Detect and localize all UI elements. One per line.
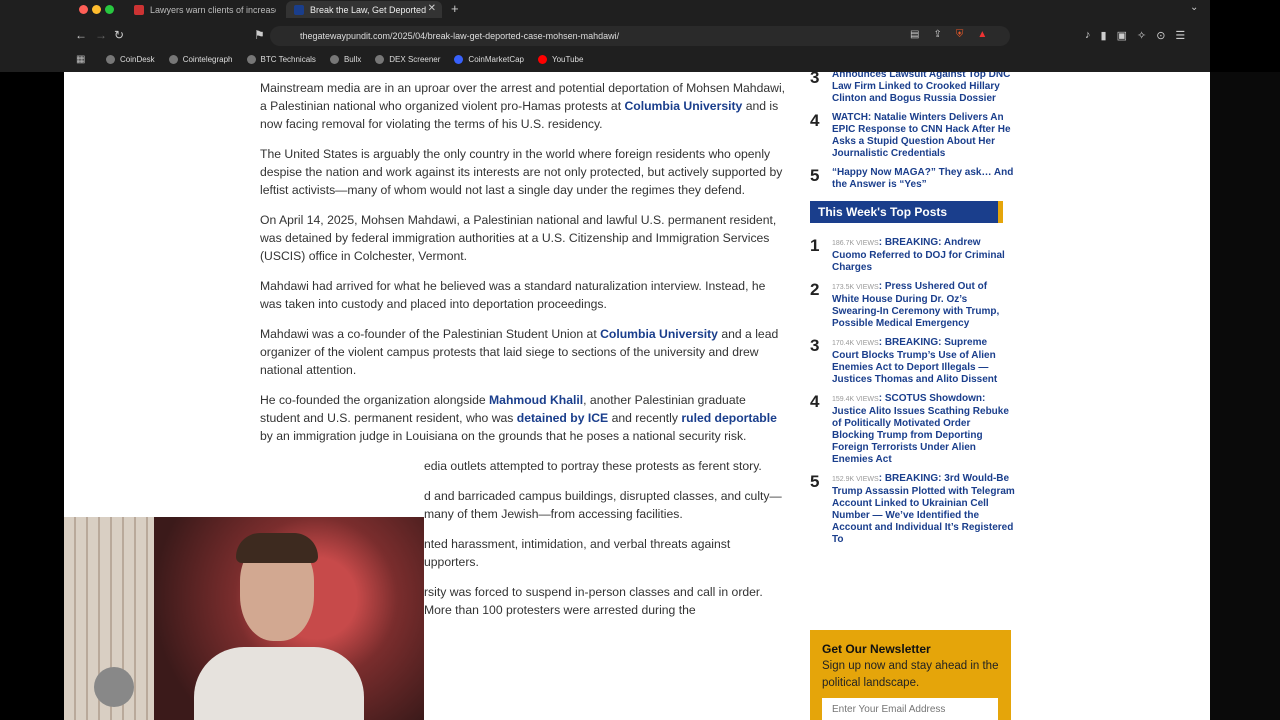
list-item[interactable]: 4 WATCH: Natalie Winters Delivers An EPIC… [810,112,1015,160]
gateway-pundit-favicon-icon [294,4,304,15]
toolbar: ← → ↻ ⚑ thegatewaypundit.com/2025/04/bre… [0,24,1210,48]
article-paragraph: edia outlets attempted to portray these … [424,459,762,473]
article-paragraph: He co-founded the organization alongside… [260,393,777,443]
vpn-icon[interactable]: ⊙ [1156,29,1165,42]
wallet-icon[interactable]: ▣ [1117,29,1127,42]
page-scrollbar[interactable] [1210,72,1280,720]
bookmark-bullx[interactable]: Bullx [329,54,361,64]
minimize-window-button[interactable] [92,5,101,14]
bookmark-coindesk[interactable]: CoinDesk [106,54,155,64]
forward-icon[interactable]: → [95,28,107,42]
back-icon[interactable]: ← [75,28,87,42]
tab-lawyers[interactable]: Lawyers warn clients of increase [126,1,276,18]
tab-break-the-law[interactable]: Break the Law, Get Deported ✕ [286,1,442,18]
newsletter-text: Sign up now and stay ahead in the politi… [822,660,999,689]
article-paragraph: Mahdawi was a co-founder of the Palestin… [260,327,779,377]
chevron-down-icon[interactable]: ⌄ [1190,2,1198,13]
url-text: thegatewaypundit.com/2025/04/break-law-g… [300,31,620,41]
youtube-icon [538,54,547,64]
address-bar-icons: ▤ ⇪ ⛨ ▲ [910,29,987,40]
news-favicon-icon [134,4,144,15]
sidebar: 3 Announces Lawsuit Against Top DNC Law F… [810,72,1015,553]
music-icon[interactable]: ♪ [1085,29,1091,42]
brave-shield-icon[interactable]: ⛨ [956,29,964,40]
new-tab-icon[interactable]: + [451,1,459,16]
newsletter-title: Get Our Newsletter [822,642,931,656]
cointelegraph-icon [168,54,178,64]
close-tab-icon[interactable]: ✕ [428,3,436,14]
dex-screener-icon [375,54,385,64]
share-icon[interactable]: ⇪ [933,29,941,40]
bookmark-icon[interactable]: ⚑ [254,28,265,42]
close-window-button[interactable] [79,5,88,14]
rewards-icon[interactable]: ▲ [977,29,987,40]
list-item[interactable]: 2 173.5K VIEWS: Press Ushered Out of Whit… [810,281,1015,330]
extensions: ♪ ▮ ▣ ✧ ⊙ ☰ [1085,29,1185,42]
bookmark-dex-screener[interactable]: DEX Screener [375,54,440,64]
top-posts-header: This Week's Top Posts [810,201,1003,223]
menu-icon[interactable]: ☰ [1175,29,1185,42]
columbia-university-link[interactable]: Columbia University [600,327,718,341]
reload-icon[interactable]: ↻ [114,28,124,42]
mahmoud-khalil-link[interactable]: Mahmoud Khalil [489,393,583,407]
columbia-university-link[interactable]: Columbia University [624,99,742,113]
btc-technicals-icon [246,54,256,64]
person-hair [236,533,318,563]
coindesk-icon [106,54,115,64]
webcam-overlay [64,517,424,720]
list-item[interactable]: 5 152.9K VIEWS: BREAKING: 3rd Would-Be Tr… [810,473,1015,546]
sidebar-icon[interactable]: ▮ [1101,29,1107,42]
article-paragraph: Mainstream media are in an uproar over t… [260,81,786,131]
newsletter-box: Get Our Newsletter Sign up now and stay … [810,630,1011,720]
top-posts-list: 1 186.7K VIEWS: BREAKING: Andrew Cuomo Re… [810,237,1015,546]
zoom-window-button[interactable] [105,5,114,14]
article-paragraph: On April 14, 2025, Mohsen Mahdawi, a Pal… [260,213,777,263]
person-body [194,647,364,720]
article-paragraph: The United States is arguably the only c… [260,147,783,197]
reader-icon[interactable]: ▤ [910,29,919,40]
bookmarks-bar: CoinDesk Cointelegraph BTC Technicals Bu… [0,51,1210,67]
coinmarketcap-icon [454,54,464,64]
list-item[interactable]: 4 159.4K VIEWS: SCOTUS Showdown: Justice … [810,393,1015,466]
browser-chrome: Lawyers warn clients of increase Break t… [0,0,1210,72]
ruled-deportable-link[interactable]: ruled deportable [681,411,776,425]
list-item[interactable]: 5 “Happy Now MAGA?” They ask… And the Ans… [810,167,1015,191]
bookmark-youtube[interactable]: YouTube [538,54,583,64]
list-item[interactable]: 1 186.7K VIEWS: BREAKING: Andrew Cuomo Re… [810,237,1015,274]
newsletter-email-input[interactable] [822,698,998,720]
article-paragraph: Mahdawi had arrived for what he believed… [260,279,766,311]
list-item[interactable]: 3 170.4K VIEWS: BREAKING: Supreme Court B… [810,337,1015,386]
tab-bar: Lawyers warn clients of increase Break t… [0,0,1210,19]
address-bar[interactable]: thegatewaypundit.com/2025/04/break-law-g… [270,26,1010,46]
bookmark-btc-technicals[interactable]: BTC Technicals [246,54,316,64]
detained-by-ice-link[interactable]: detained by ICE [517,411,608,425]
bullx-icon [329,54,339,64]
bookmark-cointelegraph[interactable]: Cointelegraph [168,54,233,64]
extension-icon[interactable]: ✧ [1137,29,1146,42]
previous-list: 3 Announces Lawsuit Against Top DNC Law F… [810,72,1015,191]
microphone [94,667,134,707]
bookmark-coinmarketcap[interactable]: CoinMarketCap [454,54,524,64]
list-item[interactable]: 3 Announces Lawsuit Against Top DNC Law F… [810,72,1015,105]
